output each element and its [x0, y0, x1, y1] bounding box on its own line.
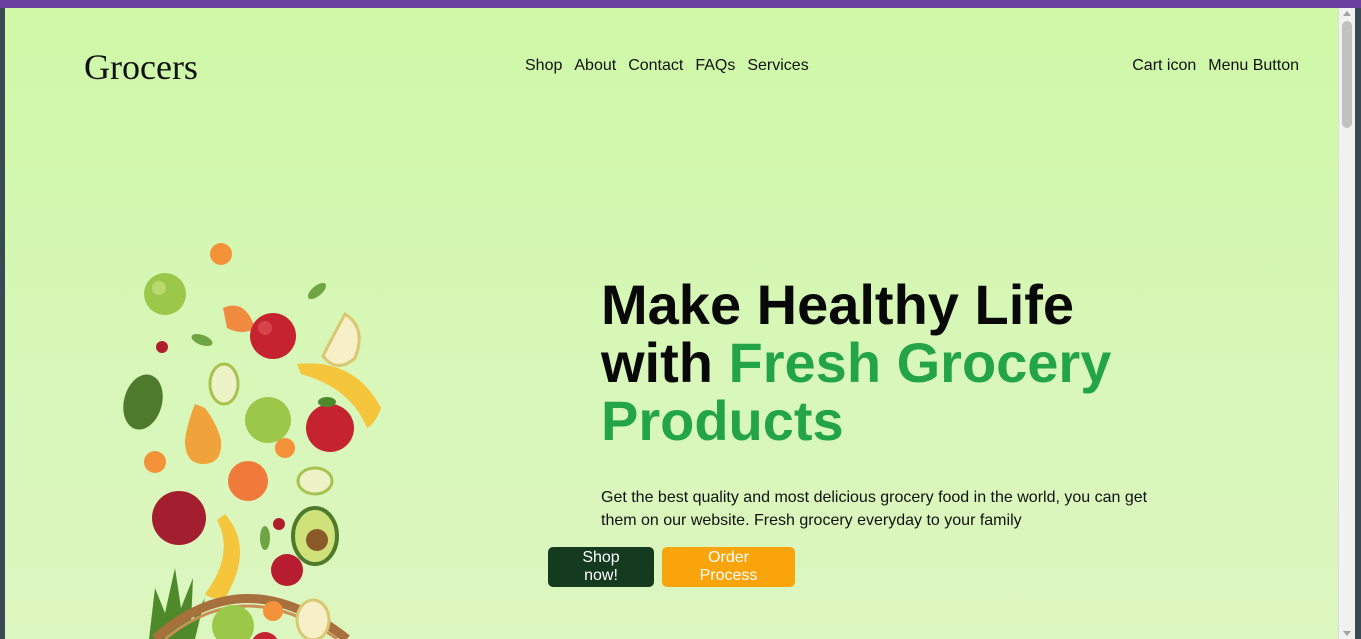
red-apple-icon: [252, 632, 278, 639]
nav-contact[interactable]: Contact: [628, 57, 683, 75]
scroll-down-icon[interactable]: [1343, 631, 1351, 636]
pear-slice-icon: [321, 311, 361, 367]
red-apple-icon: [306, 404, 354, 452]
apricot-icon: [210, 243, 232, 265]
pomegranate-seeds-icon: [271, 554, 303, 586]
red-apple-icon: [250, 313, 296, 359]
apricot-icon: [263, 601, 283, 621]
leaf-icon: [191, 333, 213, 347]
pear-slice-icon: [295, 598, 331, 639]
brand-logo[interactable]: Grocers: [84, 46, 198, 88]
leaf-icon: [260, 526, 270, 550]
peach-slice-icon: [223, 305, 255, 332]
pear-icon: [185, 404, 222, 464]
menu-button[interactable]: Menu Button: [1208, 57, 1299, 75]
leaf-icon: [318, 397, 336, 407]
scroll-up-icon[interactable]: [1343, 11, 1351, 16]
order-process-button[interactable]: Order Process: [662, 547, 795, 587]
hero-description: Get the best quality and most delicious …: [601, 489, 1148, 529]
fruit-basket-icon: [123, 243, 381, 639]
apricot-icon: [275, 438, 295, 458]
green-apple-icon: [245, 397, 291, 443]
header-actions: Cart icon Menu Button: [1132, 57, 1299, 75]
shop-now-button[interactable]: Shop now!: [548, 547, 654, 587]
hero-title-line1: Make Healthy Life: [601, 273, 1075, 336]
peach-icon: [228, 461, 268, 501]
banana-icon: [205, 514, 240, 599]
main-nav: Shop About Contact FAQs Services: [525, 57, 809, 75]
hero-title: Make Healthy Life with Fresh Grocery Produ…: [601, 276, 1201, 450]
berry-icon: [273, 518, 285, 530]
hero-title-green-1: Fresh Grocery: [728, 331, 1112, 394]
page-viewport: Grocers Shop About Contact FAQs Services…: [5, 8, 1338, 639]
nav-shop[interactable]: Shop: [525, 57, 562, 75]
scrollbar-thumb[interactable]: [1342, 21, 1352, 128]
hero-title-green-2: Products: [601, 389, 844, 452]
apple-slice-icon: [208, 362, 240, 406]
vertical-scrollbar[interactable]: [1338, 8, 1355, 639]
nav-about[interactable]: About: [574, 57, 616, 75]
green-apple-icon: [144, 273, 186, 315]
berry-icon: [156, 341, 168, 353]
avocado-icon: [123, 374, 163, 430]
leaf-icon: [307, 282, 327, 300]
apple-slice-icon: [296, 466, 334, 496]
cart-link[interactable]: Cart icon: [1132, 57, 1196, 75]
nav-services[interactable]: Services: [747, 57, 808, 75]
apricot-icon: [144, 451, 166, 473]
hero-title-with: with: [601, 331, 729, 394]
pomegranate-icon: [152, 491, 206, 545]
browser-top-stripe: [0, 0, 1361, 8]
window-right-edge: [1355, 8, 1361, 639]
nav-faqs[interactable]: FAQs: [695, 57, 735, 75]
